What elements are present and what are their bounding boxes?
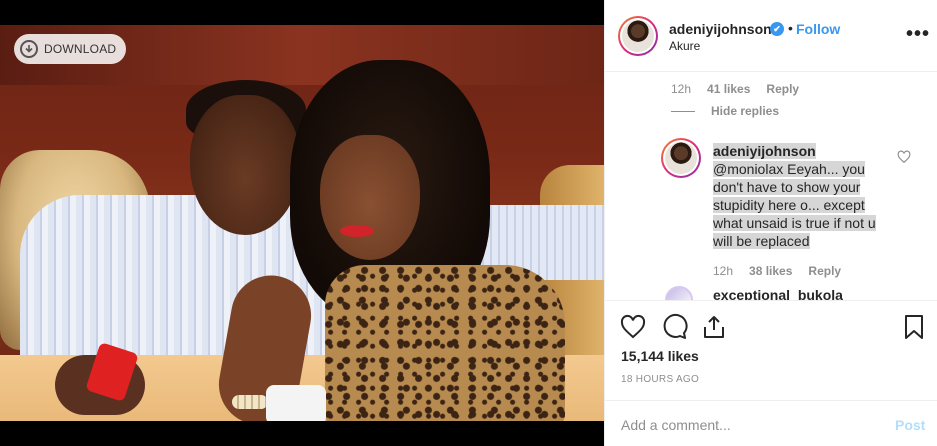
- heart-icon[interactable]: [619, 313, 647, 341]
- hide-replies-button[interactable]: Hide replies: [671, 104, 779, 118]
- download-icon: [20, 40, 38, 58]
- post-header: adeniyijohnson ✔ • Follow Akure •••: [605, 0, 937, 72]
- bookmark-icon[interactable]: [900, 313, 928, 341]
- hide-replies-label: Hide replies: [711, 104, 780, 118]
- comment-reply-button[interactable]: Reply: [766, 82, 799, 96]
- follow-button[interactable]: Follow: [796, 21, 840, 37]
- share-icon[interactable]: [700, 313, 728, 341]
- likes-count[interactable]: 15,144 likes: [621, 348, 699, 364]
- post-actions: 15,144 likes 18 HOURS AGO: [605, 300, 937, 400]
- comment-meta: 12h 41 likes Reply: [671, 82, 799, 96]
- reply-username[interactable]: adeniyijohnson: [713, 143, 816, 159]
- post-comment-button[interactable]: Post: [895, 417, 925, 433]
- photo-woman-lips: [340, 225, 374, 237]
- post-modal: DOWNLOAD adeniyijohnson ✔ • Follow Akure…: [0, 0, 937, 446]
- author-username[interactable]: adeniyijohnson: [669, 21, 772, 37]
- reply-meta: 12h 38 likes Reply: [713, 264, 841, 278]
- reply-comment: adeniyijohnson @moniolax Eeyah... you do…: [713, 142, 887, 250]
- comment-time: 12h: [671, 82, 692, 96]
- comment-likes[interactable]: 41 likes: [707, 82, 750, 96]
- comments-list[interactable]: 12h 41 likes Reply Hide replies adeniyij…: [605, 72, 937, 300]
- photo-woman-dress: [325, 265, 565, 421]
- reply-avatar[interactable]: [661, 138, 701, 178]
- post-location[interactable]: Akure: [669, 39, 700, 53]
- reply-reply-button[interactable]: Reply: [808, 264, 841, 278]
- photo-man-head: [190, 95, 300, 235]
- comment-like-heart-icon[interactable]: [897, 150, 911, 164]
- author-avatar[interactable]: [618, 16, 658, 56]
- photo-woman-face: [320, 135, 420, 260]
- hide-replies-line: [671, 110, 695, 112]
- post-photo[interactable]: [0, 25, 604, 421]
- reply-time: 12h: [713, 264, 734, 278]
- post-timestamp[interactable]: 18 HOURS AGO: [621, 374, 699, 385]
- header-separator: •: [788, 20, 793, 36]
- next-comment-username[interactable]: exceptional_bukola: [713, 287, 843, 300]
- download-button[interactable]: DOWNLOAD: [14, 34, 127, 64]
- reply-likes[interactable]: 38 likes: [749, 264, 792, 278]
- comment-input[interactable]: Add a comment...: [621, 417, 731, 433]
- reply-text: @moniolax Eeyah... you don't have to sho…: [713, 161, 876, 249]
- photo-white-phone: [266, 385, 326, 421]
- photo-bracelet: [232, 395, 268, 409]
- comment-icon[interactable]: [660, 313, 688, 341]
- verified-badge-icon: ✔: [770, 22, 784, 36]
- download-label: DOWNLOAD: [44, 42, 117, 56]
- next-comment-avatar[interactable]: [665, 286, 693, 300]
- post-side-panel: adeniyijohnson ✔ • Follow Akure ••• 12h …: [604, 0, 937, 446]
- more-options-icon[interactable]: •••: [906, 24, 930, 44]
- add-comment-bar: Add a comment... Post: [605, 400, 937, 446]
